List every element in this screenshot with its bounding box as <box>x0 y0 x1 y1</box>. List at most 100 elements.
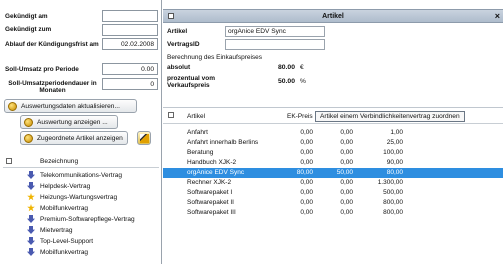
gekuendigt-zum-field[interactable] <box>102 24 158 36</box>
prozent-cell: 0,00 <box>340 209 353 216</box>
list-item-label: Mietvertrag <box>40 226 73 234</box>
soll-umsatz-label: Soll-Umsatz pro Periode <box>5 66 79 73</box>
table-header: Artikel EK-Preis Artikel einem Verbindli… <box>163 108 503 124</box>
gekuendigt-am-field[interactable] <box>102 10 158 22</box>
table-row[interactable]: Rechner XJK-2 0,00 0,00 1.300,00 <box>163 178 503 188</box>
artikel-cell: Softwarepaket III <box>187 209 236 216</box>
list-item-label: Helpdesk-Vertrag <box>40 182 91 190</box>
list-item[interactable]: Telekommunikations-Vertrag <box>27 171 122 179</box>
ek-preis-cell: 0,00 <box>300 159 313 166</box>
zugeordnete-artikel-button[interactable]: Zugeordnete Artikel anzeigen <box>20 131 128 145</box>
coin-icon <box>24 133 33 143</box>
table-row[interactable]: Beratung 0,00 0,00 100,00 <box>163 148 503 158</box>
list-item-label: Telekommunikations-Vertrag <box>40 171 123 179</box>
list-item-label: Top-Level-Support <box>40 237 94 245</box>
table-row[interactable]: Anfahrt 0,00 0,00 1,00 <box>163 128 503 138</box>
bezeichnung-header: Bezeichnung <box>40 158 79 165</box>
tooltip: Artikel einem Verbindlichkeitenvertrag z… <box>315 111 465 122</box>
tree-header: Bezeichnung <box>3 155 159 168</box>
gekuendigt-zum-label: Gekündigt zum <box>5 26 52 33</box>
table-row[interactable]: Softwarepaket III 0,00 0,00 800,00 <box>163 208 503 218</box>
auswertung-anzeigen-button[interactable]: Auswertung anzeigen ... <box>20 115 118 129</box>
col-artikel[interactable]: Artikel <box>187 113 205 120</box>
close-icon[interactable]: × <box>495 11 500 21</box>
vk-preis-cell: 1.300,00 <box>377 179 403 186</box>
col-ek-preis[interactable]: EK-Preis <box>287 113 313 120</box>
list-item[interactable]: Top-Level-Support <box>27 237 93 245</box>
prozent-label: prozentual vom Verkaufspreis <box>167 75 216 89</box>
list-item-label: Heizungs-Wartungsvertrag <box>40 193 118 201</box>
soll-umsatz-field[interactable]: 0.00 <box>102 63 158 75</box>
table-row[interactable]: Anfahrt innerhalb Berlins 0,00 0,00 25,00 <box>163 138 503 148</box>
ek-preis-cell: 0,00 <box>300 199 313 206</box>
prozent-cell: 0,00 <box>340 159 353 166</box>
table-row[interactable]: orgAnice EDV Sync 80,00 50,00 80,00 <box>163 168 503 178</box>
arrow-down-icon <box>27 215 35 223</box>
artikel-label: Artikel <box>167 28 188 35</box>
vertragsid-label: VertragsID <box>167 41 200 48</box>
artikel-window: Artikel × Artikel orgAnice EDV Sync Vert… <box>163 0 503 264</box>
prozent-cell: 50,00 <box>336 169 353 176</box>
vertragsid-field[interactable] <box>225 39 325 50</box>
artikel-cell: Handbuch XJK-2 <box>187 159 237 166</box>
percent-unit: % <box>300 78 306 85</box>
absolut-value[interactable]: 80.00 <box>258 64 295 71</box>
kuendigungsfrist-field[interactable]: 02.02.2008 <box>102 38 158 50</box>
vk-preis-cell: 90,00 <box>386 159 403 166</box>
edit-button[interactable] <box>137 131 151 145</box>
list-item[interactable]: Heizungs-Wartungsvertrag <box>27 193 117 201</box>
select-all-checkbox[interactable] <box>168 112 174 118</box>
ek-preis-cell: 0,00 <box>300 179 313 186</box>
arrow-down-icon <box>27 182 35 190</box>
select-all-checkbox[interactable] <box>6 158 12 164</box>
gekuendigt-am-label: Gekündigt am <box>5 13 48 20</box>
list-item-label: Premium-Softwarepflege-Vertrag <box>40 215 135 223</box>
table-row[interactable]: Softwarepaket II 0,00 0,00 800,00 <box>163 198 503 208</box>
ek-preis-cell: 0,00 <box>300 209 313 216</box>
soll-umsatzperiode-label: Soll-Umsatzperiodendauer in Monaten <box>8 80 97 94</box>
soll-umsatzperiode-field[interactable]: 0 <box>102 78 158 90</box>
artikel-label: Zugeordnete Artikel anzeigen <box>37 134 123 142</box>
vk-preis-cell: 1,00 <box>390 129 403 136</box>
coin-icon <box>24 117 33 127</box>
table-row[interactable]: Handbuch XJK-2 0,00 0,00 90,00 <box>163 158 503 168</box>
pencil-icon <box>140 133 149 143</box>
artikel-cell: Beratung <box>187 149 214 156</box>
ek-preis-cell: 80,00 <box>296 169 313 176</box>
list-item[interactable]: Mietvertrag <box>27 226 73 234</box>
absolut-label: absolut <box>167 64 191 71</box>
prozent-cell: 0,00 <box>340 179 353 186</box>
aktualisieren-label: Auswertungsdaten aktualisieren... <box>21 102 120 110</box>
berechnung-heading: Berechnung des Einkaufspreises <box>167 54 263 61</box>
artikel-cell: Softwarepaket I <box>187 189 233 196</box>
artikel-cell: Anfahrt innerhalb Berlins <box>187 139 259 146</box>
list-item[interactable]: Helpdesk-Vertrag <box>27 182 90 190</box>
prozent-cell: 0,00 <box>340 129 353 136</box>
list-item[interactable]: Mobilfunkvertrag <box>27 204 88 212</box>
vk-preis-cell: 80,00 <box>386 169 403 176</box>
ek-preis-cell: 0,00 <box>300 129 313 136</box>
list-item-label: Mobilfunkvertrag <box>40 204 89 212</box>
artikel-table: Artikel EK-Preis Artikel einem Verbindli… <box>163 107 503 264</box>
artikel-cell: Rechner XJK-2 <box>187 179 232 186</box>
vk-preis-cell: 100,00 <box>383 149 403 156</box>
arrow-down-icon <box>27 226 35 234</box>
list-item[interactable]: Mobilfunkvertrag <box>27 248 88 256</box>
window-title: Artikel <box>322 13 344 20</box>
prozent-cell: 0,00 <box>340 199 353 206</box>
prozent-cell: 0,00 <box>340 139 353 146</box>
table-row[interactable]: Softwarepaket I 0,00 0,00 500,00 <box>163 188 503 198</box>
prozent-value[interactable]: 50.00 <box>258 78 295 85</box>
euro-unit: € <box>300 64 304 71</box>
vk-preis-cell: 25,00 <box>386 139 403 146</box>
prozent-cell: 0,00 <box>340 189 353 196</box>
list-item[interactable]: Premium-Softwarepflege-Vertrag <box>27 215 135 223</box>
ek-preis-cell: 0,00 <box>300 189 313 196</box>
artikel-field[interactable]: orgAnice EDV Sync <box>225 26 325 37</box>
artikel-cell: Anfahrt <box>187 129 208 136</box>
vk-preis-cell: 500,00 <box>383 189 403 196</box>
auswertungsdaten-aktualisieren-button[interactable]: Auswertungsdaten aktualisieren... <box>4 99 137 113</box>
window-titlebar: Artikel × <box>163 9 503 23</box>
artikel-cell: Softwarepaket II <box>187 199 234 206</box>
artikel-form: Artikel orgAnice EDV Sync VertragsID Ber… <box>163 23 503 121</box>
